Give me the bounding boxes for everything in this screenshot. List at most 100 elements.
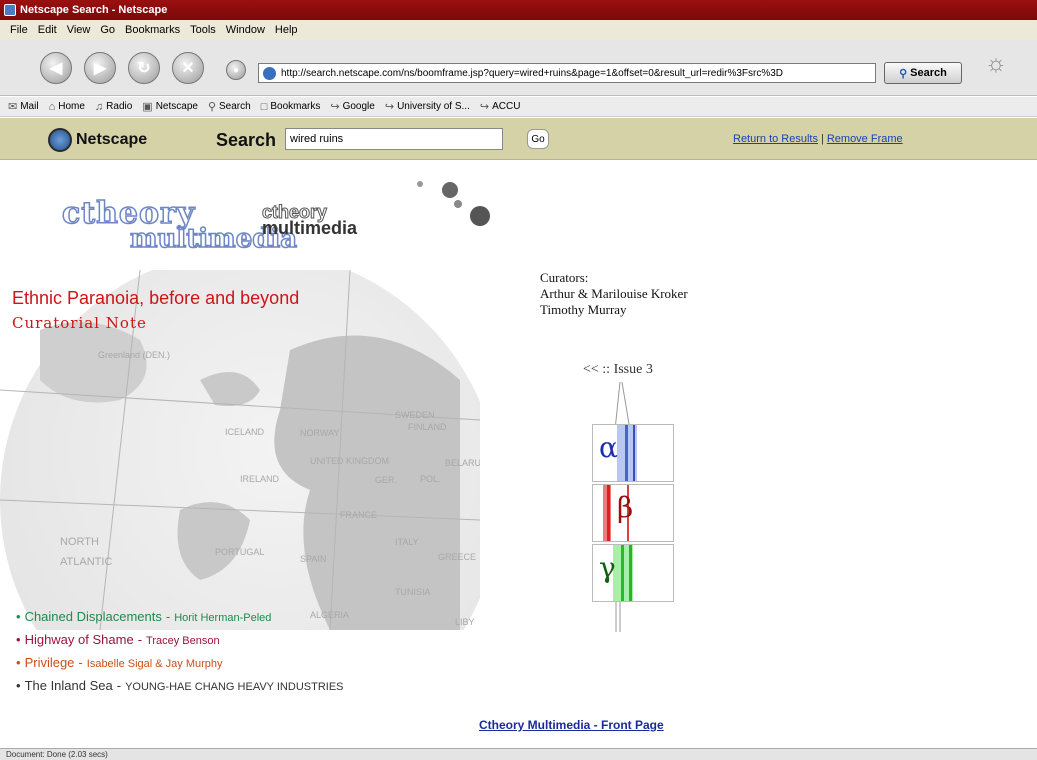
toolbar-accu-label: ACCU: [492, 101, 521, 112]
front-page-link[interactable]: Ctheory Multimedia - Front Page: [479, 718, 664, 732]
curatorial-note-link[interactable]: Curatorial Note: [12, 314, 147, 332]
netscape-logo[interactable]: Netscape: [48, 128, 147, 152]
home-button[interactable]: ●: [226, 60, 246, 80]
remove-frame-link[interactable]: Remove Frame: [827, 133, 903, 145]
menu-edit[interactable]: Edit: [38, 24, 57, 36]
menu-file[interactable]: File: [10, 24, 28, 36]
window-title: Netscape Search - Netscape: [20, 4, 168, 16]
map-label: UNITED KINGDOM: [310, 456, 389, 466]
search-label: Search: [216, 130, 277, 150]
beta-letter: β: [617, 491, 634, 524]
stop-button[interactable]: ✕: [172, 52, 204, 84]
frame-links: Return to Results | Remove Frame: [733, 133, 903, 145]
menu-bar: File Edit View Go Bookmarks Tools Window…: [0, 20, 1037, 40]
work-item[interactable]: • Chained Displacements - Horit Herman-P…: [16, 606, 344, 629]
toolbar-netscape-label: Netscape: [155, 101, 198, 112]
back-button[interactable]: ◀: [40, 52, 72, 84]
map-label: FRANCE: [340, 510, 377, 520]
search-button[interactable]: ⚲ Search: [884, 62, 962, 84]
issue-nav-link[interactable]: << :: Issue 3: [583, 362, 653, 378]
search-query-input[interactable]: wired ruins: [285, 128, 503, 150]
map-label: SWEDEN: [395, 410, 435, 420]
ctheory-multimedia-small-logo: ctheory multimedia: [261, 203, 358, 238]
search-button-label: Search: [910, 67, 947, 79]
bookmark-link-icon: ↪: [479, 101, 490, 113]
issue-connector-lines: [614, 382, 631, 430]
map-label: NORTH: [60, 536, 99, 548]
menu-tools[interactable]: Tools: [190, 24, 216, 36]
tile-bottom-lines: [615, 602, 621, 632]
curator-name: Arthur & Marilouise Kroker: [540, 286, 688, 301]
alpha-tile[interactable]: α: [592, 424, 674, 482]
map-label: POL.: [420, 474, 441, 484]
work-title: Highway of Shame: [24, 632, 134, 647]
work-dash: -: [137, 632, 143, 647]
magnifier-icon: ⚲: [899, 67, 908, 80]
gamma-tile[interactable]: γ: [592, 544, 674, 602]
work-dash: -: [116, 678, 122, 693]
work-title: Privilege: [24, 655, 75, 670]
toolbar-bookmarks-label: Bookmarks: [270, 101, 321, 112]
beta-tile[interactable]: β: [592, 484, 674, 542]
map-label: SPAIN: [300, 554, 326, 564]
menu-bookmarks[interactable]: Bookmarks: [125, 24, 180, 36]
home-icon: ⌂: [48, 100, 56, 113]
alpha-letter: α: [599, 431, 618, 464]
work-dash: -: [78, 655, 83, 670]
menu-window[interactable]: Window: [226, 24, 265, 36]
bullet-icon: •: [16, 678, 21, 693]
map-label: FINLAND: [408, 422, 447, 432]
toolbar-home[interactable]: ⌂ Home: [49, 101, 85, 113]
map-label: IRELAND: [240, 474, 280, 484]
stop-icon: ✕: [181, 60, 195, 77]
toolbar-university[interactable]: ↪ University of S...: [385, 100, 470, 113]
toolbar-google-label: Google: [342, 101, 375, 112]
bullet-icon: •: [16, 609, 21, 624]
url-bar[interactable]: http://search.netscape.com/ns/boomframe.…: [258, 63, 876, 83]
netscape-search-bar: Netscape Search wired ruins Go Return to…: [0, 118, 1037, 160]
gamma-letter: γ: [599, 551, 616, 584]
work-item[interactable]: • Highway of Shame - Tracey Benson: [16, 629, 344, 652]
work-author: Horit Herman-Peled: [174, 612, 272, 624]
map-label: GREECE: [438, 552, 476, 562]
mail-icon: ✉: [8, 101, 18, 113]
work-item[interactable]: • The Inland Sea - YOUNG-HAE CHANG HEAVY…: [16, 675, 344, 698]
toolbar-radio[interactable]: ♫ Radio: [95, 101, 132, 113]
menu-go[interactable]: Go: [100, 24, 115, 36]
small-logo-bottom: multimedia: [262, 218, 358, 238]
netscape-icon: ▣: [142, 101, 153, 113]
return-to-results-link[interactable]: Return to Results: [733, 133, 818, 145]
curators-block: Curators: Arthur & Marilouise Kroker Tim…: [540, 270, 688, 318]
menu-help[interactable]: Help: [275, 24, 298, 36]
work-dash: -: [165, 609, 171, 624]
work-author: YOUNG-HAE CHANG HEAVY INDUSTRIES: [125, 681, 344, 693]
bookmarks-icon: □: [260, 100, 268, 113]
bookmark-link-icon: ↪: [330, 101, 340, 113]
toolbar-accu[interactable]: ↪ ACCU: [480, 100, 521, 113]
map-label: GER.: [375, 475, 397, 485]
page-title: Ethnic Paranoia, before and beyond: [12, 288, 300, 308]
throbber-icon[interactable]: ☼: [985, 50, 1029, 86]
url-text: http://search.netscape.com/ns/boomframe.…: [281, 67, 784, 79]
works-list: • Chained Displacements - Horit Herman-P…: [16, 606, 344, 698]
toolbar-search-label: Search: [219, 101, 251, 112]
menu-view[interactable]: View: [67, 24, 91, 36]
map-label: ITALY: [395, 537, 419, 547]
reload-button[interactable]: ↻: [128, 52, 160, 84]
radio-icon: ♫: [94, 100, 104, 113]
toolbar-google[interactable]: ↪ Google: [330, 100, 374, 113]
forward-button[interactable]: ▶: [84, 52, 116, 84]
toolbar-netscape[interactable]: ▣ Netscape: [142, 100, 198, 113]
netscape-logo-text: Netscape: [76, 131, 148, 148]
toolbar-search[interactable]: ⚲ Search: [208, 100, 251, 113]
bullet-icon: •: [16, 632, 21, 647]
toolbar-mail[interactable]: ✉ Mail: [8, 100, 39, 113]
personal-toolbar: ✉ Mail ⌂ Home ♫ Radio ▣ Netscape ⚲ Search □ Bo…: [0, 97, 1037, 117]
work-author: Isabelle Sigal & Jay Murphy: [86, 658, 223, 670]
map-label: NORWAY: [300, 428, 339, 438]
work-item[interactable]: • Privilege - Isabelle Sigal & Jay Murph…: [16, 652, 344, 675]
go-button[interactable]: Go: [527, 129, 549, 149]
home-icon: ●: [232, 64, 240, 76]
toolbar-radio-label: Radio: [106, 101, 133, 112]
toolbar-bookmarks[interactable]: □ Bookmarks: [261, 101, 321, 113]
